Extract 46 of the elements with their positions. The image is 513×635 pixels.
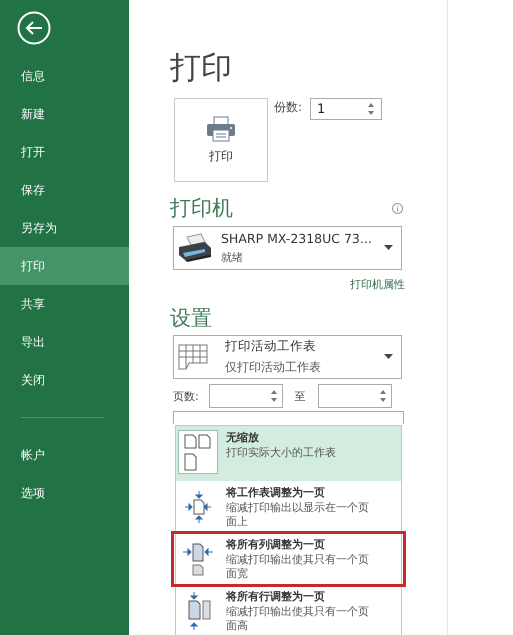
sidebar-item[interactable]: 选项 [0,474,129,512]
caret-icon [384,245,393,251]
sidebar-item[interactable]: 关闭 [0,361,129,399]
menu-item[interactable]: 无缩放 打印实际大小的工作表 [176,426,401,481]
sidebar-item[interactable]: 新建 [0,95,129,133]
page-to-field[interactable] [318,384,392,408]
caret-icon [384,354,393,360]
copies-label: 份数: [274,99,302,116]
sidebar-item[interactable]: 打开 [0,133,129,171]
sidebar-item[interactable]: 另存为 [0,209,129,247]
print-button[interactable]: 打印 [174,98,268,182]
sidebar-item[interactable]: 导出 [0,323,129,361]
sidebar-item[interactable]: 信息 [0,57,129,95]
fit-columns-icon [182,541,214,577]
sidebar-item[interactable]: 帐户 [0,436,129,474]
menu-item[interactable]: 将工作表调整为一页 缩减打印输出以显示在一个页面上 [176,481,401,533]
pages-icon [183,432,213,472]
print-what-title: 打印活动工作表 [225,338,317,355]
print-sides-dropdown[interactable] [173,411,404,424]
spinner-arrows-icon[interactable] [270,388,278,404]
printer-icon [177,233,213,263]
to-label: 至 [294,388,306,404]
copies-field[interactable]: 1 [310,98,382,120]
section-heading: 设置 [170,305,212,332]
info-icon[interactable] [392,203,403,214]
printer-icon [206,116,236,142]
spinner-arrows-icon[interactable] [378,388,387,404]
printer-dropdown[interactable]: SHARP MX-2318UC 73... 就绪 [173,226,402,270]
section-heading: 打印机 [170,195,233,222]
page-from-field[interactable] [208,384,283,408]
sidebar-item[interactable]: 保存 [0,171,129,209]
spinner-arrows-icon[interactable] [367,101,376,117]
sidebar-item[interactable]: 共享 [0,285,129,323]
sidebar-item[interactable]: 打印 [0,247,129,285]
menu-item[interactable]: 将所有行调整为一页 缩减打印输出使其只有一个页面高 [176,585,401,635]
fit-page-icon [183,490,213,524]
sheet-grid-icon [177,342,209,372]
page-title: 打印 [170,49,233,88]
printer-properties-link[interactable]: 打印机属性 [350,277,405,292]
pages-label: 页数: [173,388,199,404]
menu-item[interactable]: 将所有列调整为一页 缩减打印输出使其只有一个页面宽 [173,533,404,585]
back-icon[interactable] [17,11,51,45]
printer-name: SHARP MX-2318UC 73... [221,231,373,246]
print-what-subtitle: 仅打印活动工作表 [225,359,322,376]
print-what-dropdown[interactable]: 打印活动工作表 仅打印活动工作表 [173,335,402,379]
printer-status: 就绪 [221,250,244,265]
